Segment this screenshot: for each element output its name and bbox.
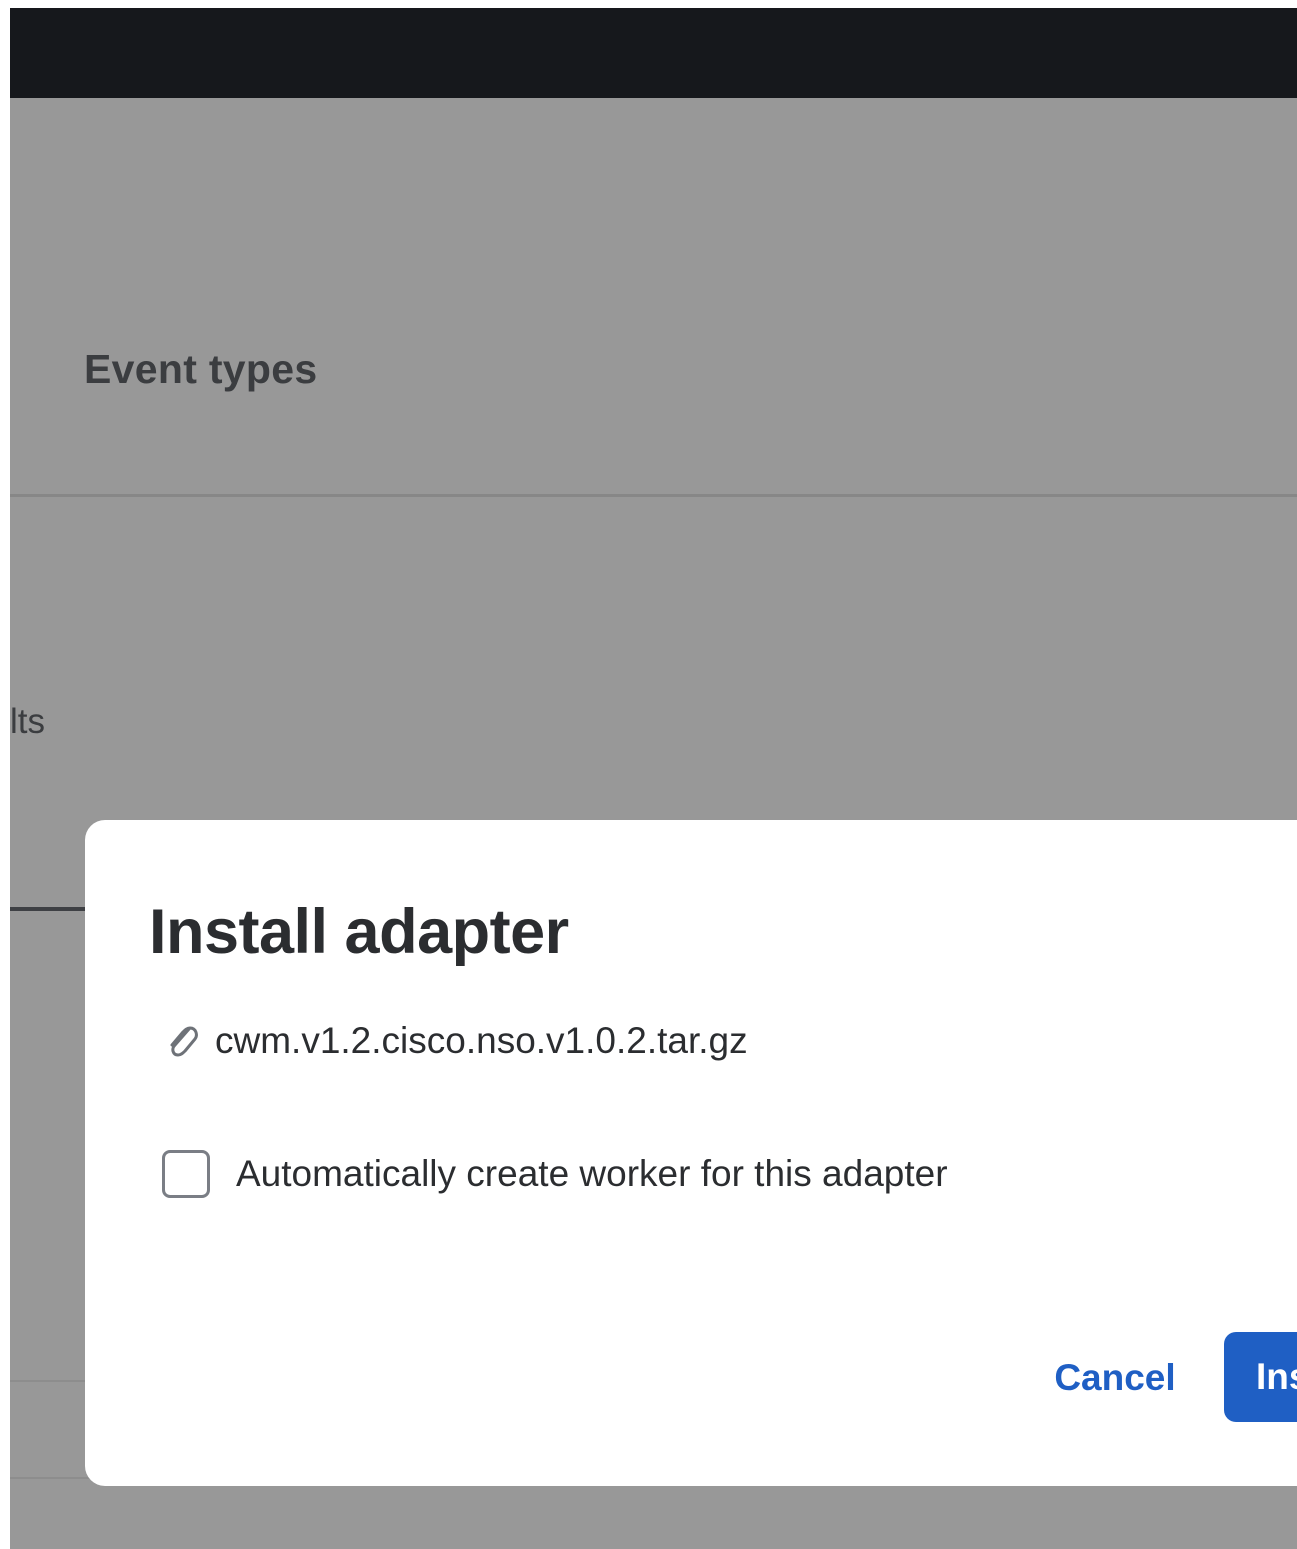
auto-create-worker-label: Automatically create worker for this ada…	[236, 1153, 948, 1194]
window-left-edge	[0, 0, 10, 1549]
window-top-edge	[0, 0, 1297, 8]
top-navigation-bar	[10, 8, 1297, 98]
screen: Event types lts Install adapter cwm.v1.2…	[0, 0, 1297, 1549]
auto-create-worker-option[interactable]: Automatically create worker for this ada…	[162, 1150, 948, 1198]
file-name: cwm.v1.2.cisco.nso.v1.0.2.tar.gz	[215, 1020, 748, 1061]
install-button[interactable]: Ins	[1224, 1332, 1297, 1422]
section-divider	[10, 494, 1297, 497]
cancel-button[interactable]: Cancel	[1040, 1340, 1190, 1416]
event-types-heading: Event types	[84, 346, 318, 392]
install-adapter-dialog: Install adapter cwm.v1.2.cisco.nso.v1.0.…	[85, 820, 1297, 1486]
dialog-title: Install adapter	[149, 897, 569, 967]
selected-file: cwm.v1.2.cisco.nso.v1.0.2.tar.gz	[165, 1020, 748, 1062]
auto-create-worker-checkbox[interactable]	[162, 1150, 210, 1198]
background-tab-label: lts	[10, 702, 45, 741]
paperclip-icon	[165, 1021, 199, 1061]
